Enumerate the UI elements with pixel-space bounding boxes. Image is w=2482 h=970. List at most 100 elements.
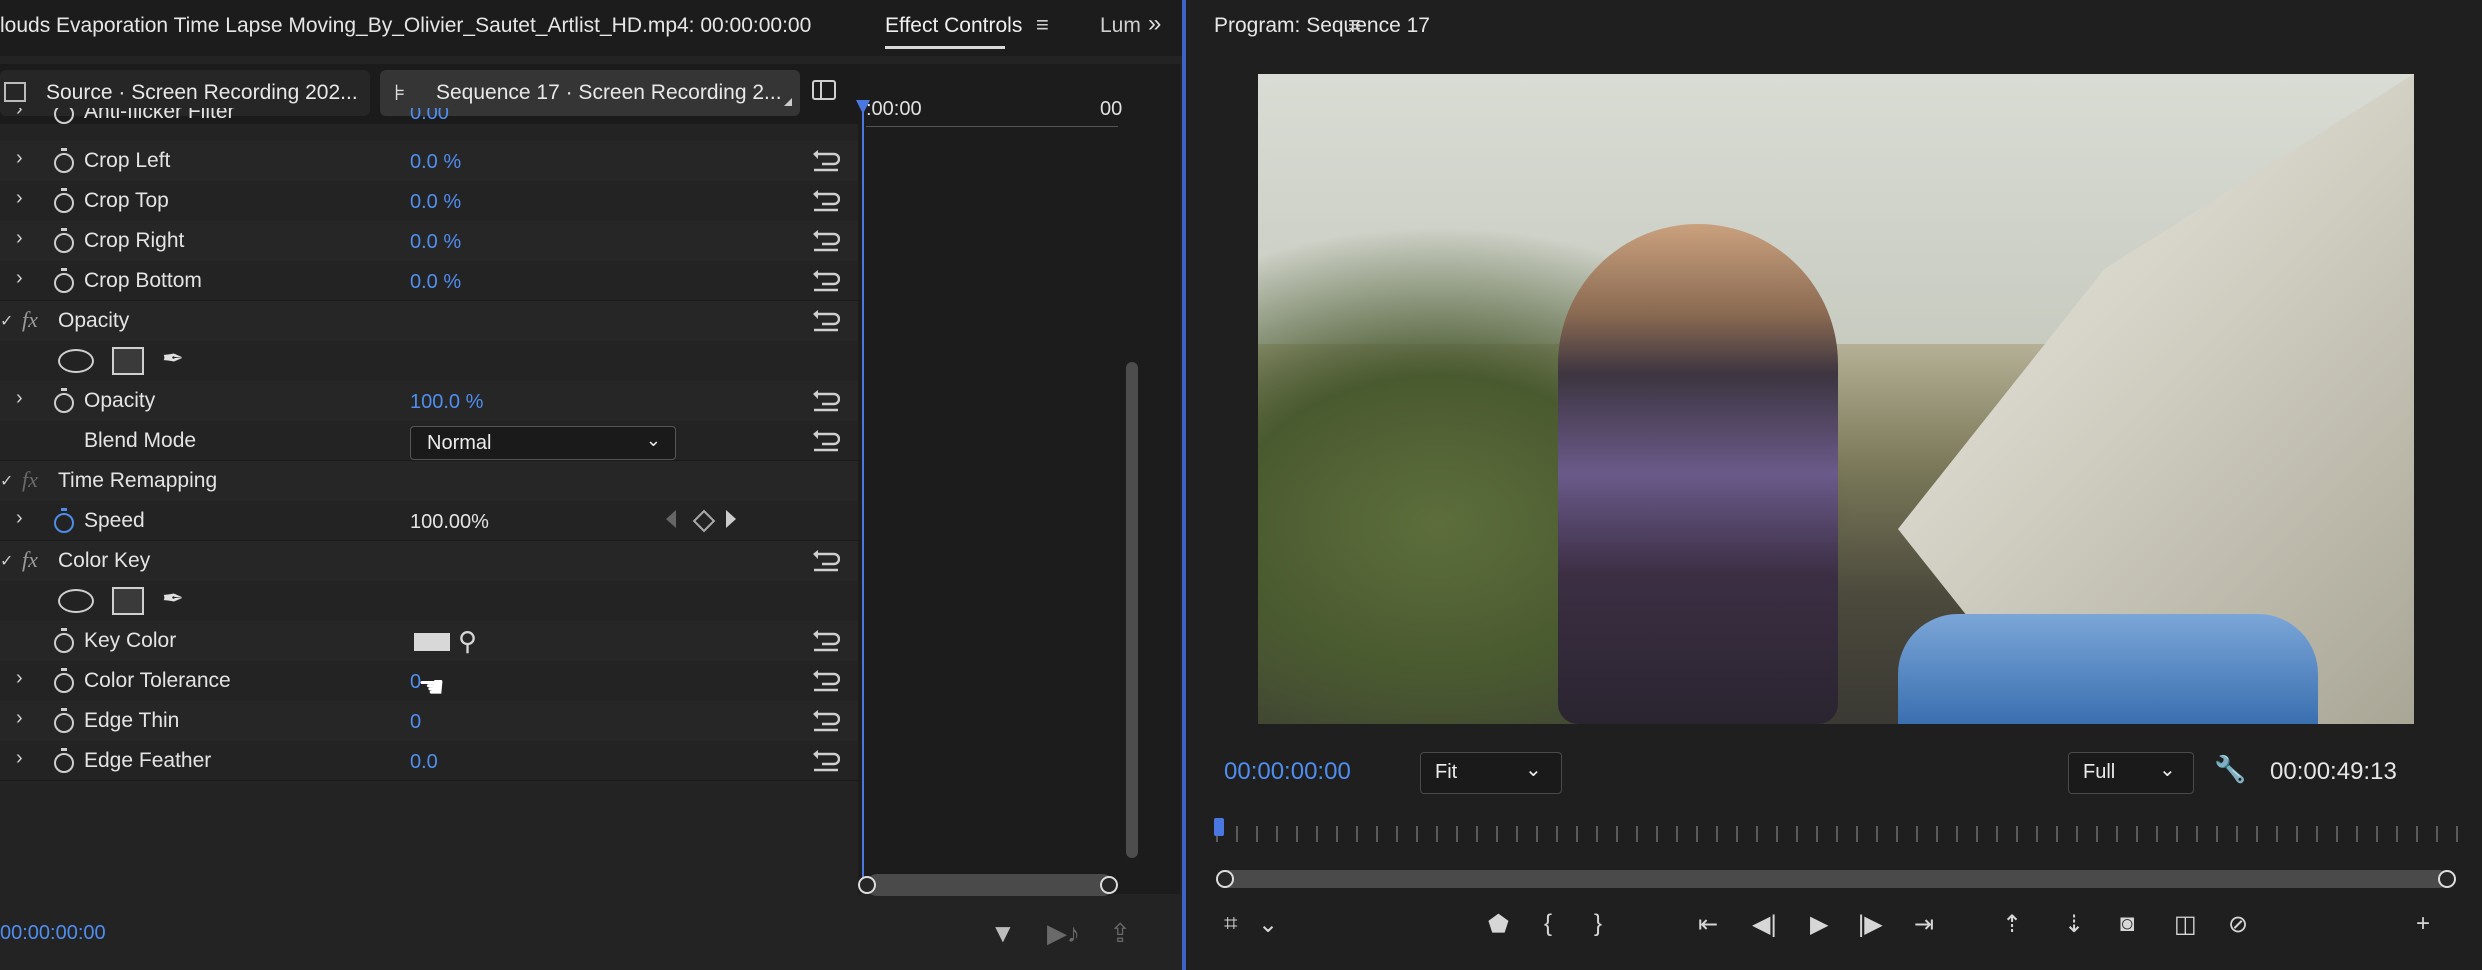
effect-group-time-remapping[interactable]: ✓ fx Time Remapping [0, 461, 858, 501]
chevron-right-icon[interactable]: › [16, 667, 23, 690]
zoom-handle-right[interactable] [2438, 870, 2456, 888]
mark-in-icon[interactable]: { [1544, 910, 1552, 938]
reset-icon[interactable] [812, 630, 840, 652]
add-marker-icon[interactable]: ⬟ [1488, 910, 1509, 939]
panel-layout-icon[interactable] [812, 80, 836, 100]
param-value[interactable]: 0 [410, 711, 421, 734]
step-forward-icon[interactable]: |▶ [1858, 910, 1883, 939]
program-zoom-scrollbar[interactable] [1218, 870, 2448, 888]
stopwatch-icon[interactable] [54, 108, 74, 124]
twirl-open-icon[interactable]: ✓ [0, 471, 13, 491]
button-editor-icon[interactable]: + [2416, 910, 2430, 938]
stopwatch-icon[interactable] [54, 508, 74, 533]
stopwatch-icon[interactable] [54, 228, 74, 253]
param-value[interactable]: 100.00% [410, 511, 489, 534]
ellipse-mask-icon[interactable] [58, 589, 94, 613]
blend-mode-dropdown[interactable]: Normal ⌄ [410, 426, 676, 460]
stopwatch-icon[interactable] [54, 268, 74, 293]
zoom-handle-left[interactable] [858, 876, 876, 894]
audio-only-icon[interactable]: ▶♪ [1047, 918, 1080, 948]
program-monitor-title[interactable]: Program: Sequence 17 [1214, 14, 1430, 38]
panel-timecode[interactable]: 00:00:00:00 [0, 922, 106, 945]
reset-icon[interactable] [812, 550, 840, 572]
rectangle-mask-icon[interactable] [112, 347, 144, 375]
rectangle-mask-icon[interactable] [112, 587, 144, 615]
twirl-open-icon[interactable]: ✓ [0, 311, 13, 331]
filter-icon[interactable]: ▼ [990, 918, 1016, 948]
param-value[interactable]: 0.0 % [410, 271, 461, 294]
tab-effect-controls[interactable]: Effect Controls [885, 14, 1022, 38]
param-value[interactable]: 0.0 % [410, 151, 461, 174]
stopwatch-icon[interactable] [54, 668, 74, 693]
tab-lumetri[interactable]: Lum [1100, 14, 1141, 38]
tab-menu-icon[interactable]: ≡ [1036, 12, 1049, 38]
twirl-open-icon[interactable]: ✓ [0, 551, 13, 571]
param-value[interactable]: 0.0 [410, 751, 438, 774]
chevron-right-icon[interactable]: › [16, 747, 23, 770]
chevron-right-icon[interactable]: › [16, 147, 23, 170]
eyedropper-icon[interactable]: ⚲ [458, 626, 477, 657]
reset-icon[interactable] [812, 750, 840, 772]
pen-mask-icon[interactable]: ✒ [162, 343, 184, 374]
wrench-icon[interactable]: 🔧 [2214, 754, 2246, 785]
reset-icon[interactable] [812, 430, 840, 452]
chevron-down-icon[interactable]: ⌄ [1258, 910, 1278, 939]
horizontal-zoom-scrollbar[interactable] [866, 874, 1114, 896]
reset-icon[interactable] [812, 390, 840, 412]
param-value[interactable]: 100.0 % [410, 391, 483, 414]
camera-icon[interactable]: ◙ [2120, 910, 2135, 938]
zoom-handle-right[interactable] [1100, 876, 1118, 894]
reset-icon[interactable] [812, 270, 840, 292]
step-back-icon[interactable]: ◀| [1752, 910, 1777, 939]
zoom-fit-dropdown[interactable]: Fit ⌄ [1420, 752, 1562, 794]
play-icon[interactable]: ▶ [1810, 910, 1828, 939]
more-tabs-icon[interactable]: » [1148, 10, 1161, 38]
export-icon[interactable]: ⇪ [1109, 918, 1131, 948]
stopwatch-icon[interactable] [54, 148, 74, 173]
stopwatch-icon[interactable] [54, 388, 74, 413]
lift-icon[interactable]: ⇡ [2002, 910, 2022, 939]
param-value[interactable]: 0.00 [410, 108, 449, 125]
fx-icon[interactable]: fx [22, 467, 38, 493]
key-color-swatch[interactable] [414, 633, 450, 651]
chevron-right-icon[interactable]: › [16, 187, 23, 210]
effect-group-color-key[interactable]: ✓ fx Color Key [0, 541, 858, 581]
current-timecode[interactable]: 00:00:00:00 [1224, 758, 1351, 786]
playback-resolution-dropdown[interactable]: Full ⌄ [2068, 752, 2194, 794]
reset-icon[interactable] [812, 310, 840, 332]
reset-icon[interactable] [812, 670, 840, 692]
fx-icon[interactable]: fx [22, 307, 38, 333]
next-keyframe-icon[interactable] [726, 510, 736, 528]
tab-dropdown-icon[interactable] [784, 98, 792, 106]
safe-margins-icon[interactable]: ⌗ [1224, 910, 1238, 938]
program-playhead[interactable] [1214, 818, 1224, 836]
chevron-right-icon[interactable]: › [16, 267, 23, 290]
effect-group-opacity[interactable]: ✓ fx Opacity [0, 301, 858, 341]
vertical-scrollbar[interactable] [1126, 362, 1138, 858]
chevron-right-icon[interactable]: › [16, 387, 23, 410]
proxy-toggle-icon[interactable]: ⊘ [2228, 910, 2248, 939]
reset-icon[interactable] [812, 230, 840, 252]
reset-icon[interactable] [812, 150, 840, 172]
param-value[interactable]: 0.0 % [410, 191, 461, 214]
param-value[interactable]: 0.0 % [410, 231, 461, 254]
pen-mask-icon[interactable]: ✒ [162, 583, 184, 614]
compare-view-icon[interactable]: ◫ [2174, 910, 2197, 939]
chevron-right-icon[interactable]: › [16, 707, 23, 730]
extract-icon[interactable]: ⇣ [2064, 910, 2084, 939]
zoom-handle-left[interactable] [1216, 870, 1234, 888]
stopwatch-icon[interactable] [54, 188, 74, 213]
stopwatch-icon[interactable] [54, 628, 74, 653]
previous-keyframe-icon[interactable] [666, 510, 676, 528]
reset-icon[interactable] [812, 710, 840, 732]
program-time-ruler[interactable] [1216, 826, 2474, 842]
panel-menu-icon[interactable]: ≡ [1348, 12, 1361, 38]
fx-icon[interactable]: fx [22, 547, 38, 573]
chevron-right-icon[interactable]: › [16, 507, 23, 530]
go-to-out-icon[interactable]: ⇥ [1914, 910, 1934, 939]
panel-divider[interactable] [1182, 0, 1186, 970]
reset-icon[interactable] [812, 190, 840, 212]
go-to-in-icon[interactable]: ⇤ [1698, 910, 1718, 939]
chevron-right-icon[interactable]: › [16, 108, 23, 121]
stopwatch-icon[interactable] [54, 748, 74, 773]
